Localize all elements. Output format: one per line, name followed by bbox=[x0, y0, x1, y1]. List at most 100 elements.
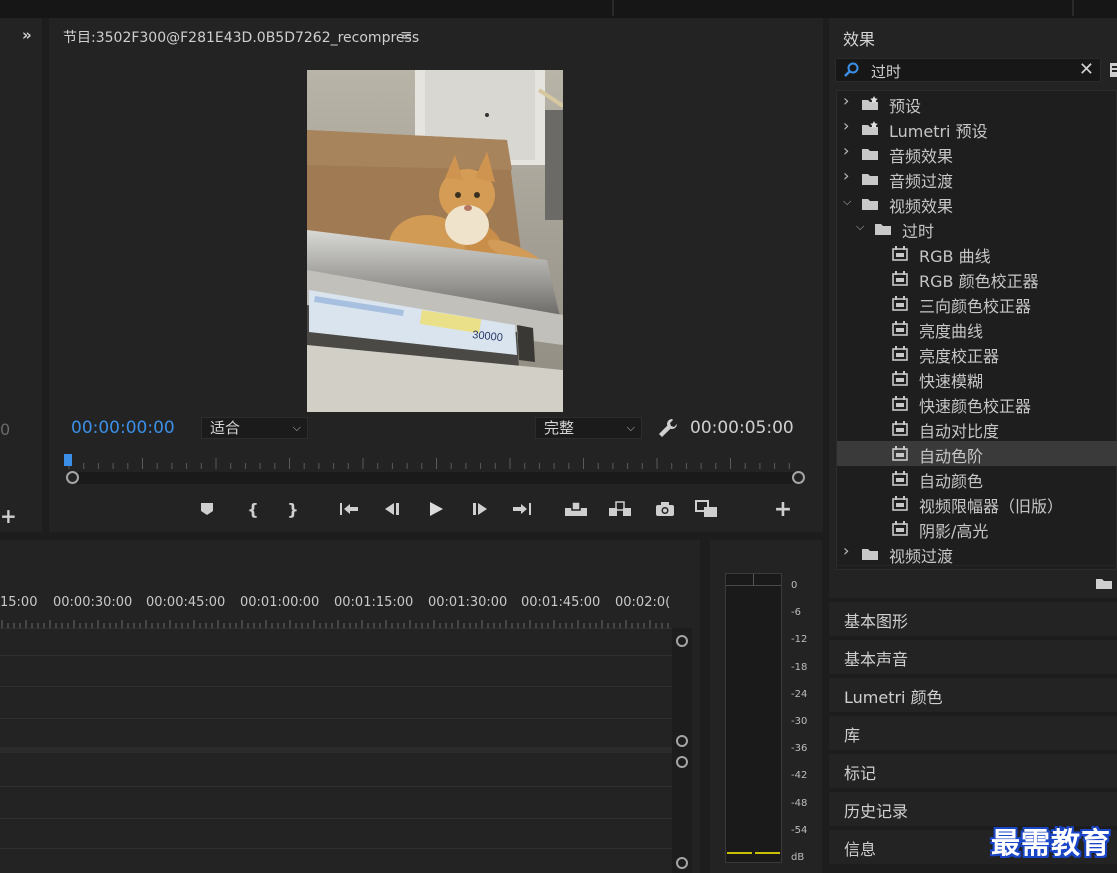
collapsed-panel-tab[interactable]: 标记 bbox=[829, 754, 1117, 788]
search-input-value[interactable]: 过时 bbox=[871, 61, 901, 82]
video-audio-divider[interactable] bbox=[0, 747, 672, 753]
playhead[interactable] bbox=[64, 454, 72, 466]
new-custom-bin-icon[interactable] bbox=[1095, 576, 1113, 590]
monitor-time-ruler[interactable] bbox=[65, 456, 801, 470]
video-effect-icon bbox=[892, 446, 908, 461]
collapsed-panel-tab[interactable]: 库 bbox=[829, 716, 1117, 750]
effects-tree-item[interactable]: 视频限幅器（旧版） bbox=[837, 491, 1117, 516]
effects-tree-item[interactable]: ⌵ 过时 bbox=[837, 216, 1117, 241]
play-icon[interactable] bbox=[426, 499, 446, 519]
effects-tree-item[interactable]: 三向颜色校正器 bbox=[837, 291, 1117, 316]
scrollbar-handle-left[interactable] bbox=[66, 471, 79, 484]
effects-tree-item[interactable]: 亮度校正器 bbox=[837, 341, 1117, 366]
meter-channel-divider bbox=[753, 574, 754, 586]
program-monitor-title[interactable]: 节目:3502F300@F281E43D.0B5D7262_recompress bbox=[63, 27, 419, 47]
panel-menu-icon[interactable]: ≡ bbox=[400, 26, 413, 44]
effects-tree-item[interactable]: RGB 曲线 bbox=[837, 241, 1117, 266]
mark-out-icon[interactable]: } bbox=[287, 499, 299, 519]
effects-tree-item[interactable]: 自动色阶 bbox=[837, 441, 1117, 466]
step-forward-icon[interactable] bbox=[470, 499, 490, 519]
timeline-ruler-label: 00:00:45:00 bbox=[146, 595, 226, 610]
button-editor-icon[interactable]: + bbox=[774, 497, 792, 522]
effects-tree: › 预设 › Lumetri 预设 › 音频效果 › 音频过渡 ⌵ 视频效果 ⌵ 过时 RGB 曲线 RG… bbox=[836, 90, 1117, 570]
chevron-down-icon[interactable]: ⌵ bbox=[856, 220, 864, 234]
step-back-icon[interactable] bbox=[382, 499, 402, 519]
track-divider bbox=[0, 786, 672, 787]
playback-resolution-value: 完整 bbox=[544, 419, 575, 437]
effects-tree-item[interactable]: 阴影/高光 bbox=[837, 516, 1117, 541]
export-frame-icon[interactable] bbox=[655, 499, 675, 519]
chevron-down-icon[interactable]: ⌵ bbox=[843, 195, 851, 209]
chevron-right-icon[interactable]: › bbox=[843, 141, 849, 160]
effects-tree-label: 预设 bbox=[889, 97, 922, 116]
effects-tree-item[interactable]: RGB 颜色校正器 bbox=[837, 266, 1117, 291]
effects-panel-title[interactable]: 效果 bbox=[843, 26, 875, 50]
timeline-ruler-label: 00:01:45:00 bbox=[521, 595, 601, 610]
wrench-icon[interactable] bbox=[657, 417, 679, 439]
go-to-out-icon[interactable] bbox=[511, 499, 533, 519]
duration-timecode: 00:00:05:00 bbox=[690, 418, 794, 438]
scroll-handle[interactable] bbox=[676, 857, 688, 869]
effects-tree-item[interactable]: 快速颜色校正器 bbox=[837, 391, 1117, 416]
meter-channels bbox=[725, 573, 782, 863]
effects-tree-item[interactable]: › Lumetri 预设 bbox=[837, 116, 1117, 141]
collapsed-panel-tab[interactable]: Lumetri 颜色 bbox=[829, 678, 1117, 712]
top-divider bbox=[612, 0, 614, 16]
effects-tree-item[interactable]: › 音频过渡 bbox=[837, 166, 1117, 191]
add-button[interactable]: + bbox=[0, 504, 17, 528]
zoom-level-select[interactable]: 适合 ⌵ bbox=[201, 417, 308, 439]
scroll-handle[interactable] bbox=[676, 756, 688, 768]
video-frame-image: 30000 bbox=[307, 70, 563, 412]
program-monitor: 节目:3502F300@F281E43D.0B5D7262_recompress… bbox=[49, 18, 823, 532]
top-divider bbox=[1072, 0, 1074, 16]
playback-resolution-select[interactable]: 完整 ⌵ bbox=[535, 417, 642, 439]
scroll-handle[interactable] bbox=[676, 635, 688, 647]
meter-level-right bbox=[755, 852, 780, 854]
mark-in-icon[interactable]: { bbox=[247, 499, 259, 519]
effects-tree-item[interactable]: › 视频过渡 bbox=[837, 541, 1117, 566]
clear-search-icon[interactable]: ✕ bbox=[1079, 59, 1094, 80]
chevron-right-icon[interactable]: › bbox=[843, 541, 849, 560]
scrollbar-handle-right[interactable] bbox=[792, 471, 805, 484]
scroll-handle[interactable] bbox=[676, 735, 688, 747]
timeline-ruler-label: 00:02:0( bbox=[615, 595, 671, 610]
effects-tree-item[interactable]: 亮度曲线 bbox=[837, 316, 1117, 341]
effects-search-field[interactable]: 过时 ✕ bbox=[835, 58, 1101, 82]
current-timecode[interactable]: 00:00:00:00 bbox=[71, 418, 175, 438]
chevron-right-icon[interactable]: › bbox=[843, 166, 849, 185]
comparison-view-icon[interactable] bbox=[694, 499, 720, 519]
extract-icon[interactable] bbox=[607, 499, 633, 519]
effects-tree-item[interactable]: 自动对比度 bbox=[837, 416, 1117, 441]
video-effect-icon bbox=[892, 471, 908, 486]
video-effect-icon bbox=[892, 371, 908, 386]
effects-tree-item[interactable]: 自动颜色 bbox=[837, 466, 1117, 491]
track-divider bbox=[0, 818, 672, 819]
add-marker-icon[interactable] bbox=[199, 499, 215, 519]
timeline-ruler-label: 00:01:30:00 bbox=[428, 595, 508, 610]
video-effect-icon bbox=[892, 296, 908, 311]
collapsed-panel-tab[interactable]: 基本声音 bbox=[829, 640, 1117, 674]
collapsed-panel-tab[interactable]: 基本图形 bbox=[829, 602, 1117, 636]
collapsed-panel-label: 信息 bbox=[844, 840, 877, 859]
chevron-right-icon[interactable]: › bbox=[843, 116, 849, 135]
lift-icon[interactable] bbox=[563, 499, 589, 519]
new-bin-icon[interactable] bbox=[1109, 60, 1117, 80]
effects-tree-label: 快速模糊 bbox=[919, 372, 984, 391]
timeline-ruler-label: 00:00:30:00 bbox=[53, 595, 133, 610]
meter-scale-label: dB bbox=[791, 852, 805, 863]
track-divider bbox=[0, 848, 672, 849]
meter-scale-label: -12 bbox=[791, 634, 808, 646]
chevron-right-icon[interactable]: › bbox=[843, 91, 849, 110]
zoom-scrollbar[interactable] bbox=[71, 472, 799, 484]
effects-tree-label: Lumetri 预设 bbox=[889, 122, 988, 141]
timeline-ruler-ticks[interactable] bbox=[0, 620, 672, 628]
effects-tree-item[interactable]: › 音频效果 bbox=[837, 141, 1117, 166]
go-to-in-icon[interactable] bbox=[338, 499, 360, 519]
timeline-vertical-scrollbar[interactable] bbox=[672, 628, 692, 873]
effects-tree-item[interactable]: 快速模糊 bbox=[837, 366, 1117, 391]
expand-panels-icon[interactable]: » bbox=[22, 26, 32, 44]
effects-tree-label: 自动颜色 bbox=[919, 472, 984, 491]
effects-tree-item[interactable]: › 预设 bbox=[837, 91, 1117, 116]
effects-tree-item[interactable]: ⌵ 视频效果 bbox=[837, 191, 1117, 216]
video-effect-icon bbox=[892, 271, 908, 286]
